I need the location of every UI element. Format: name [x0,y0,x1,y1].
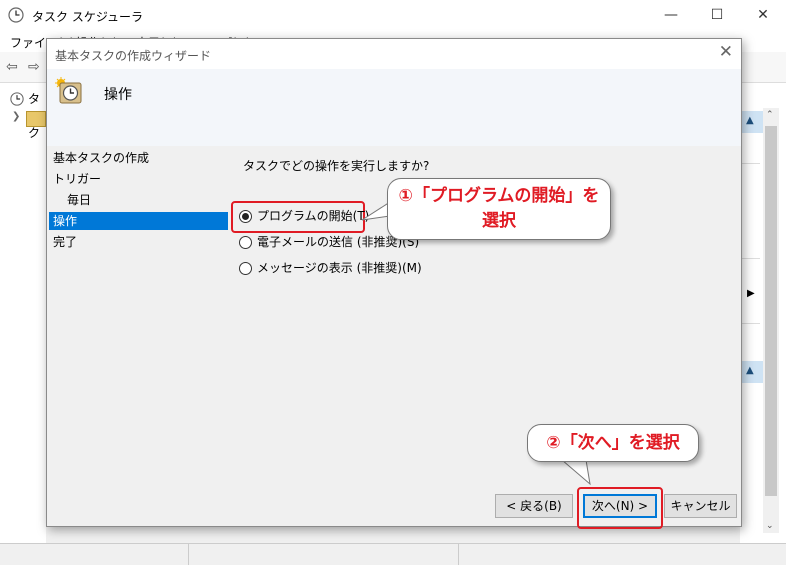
divider [740,323,760,324]
status-segment [188,544,189,565]
minimize-button[interactable]: — [648,0,694,30]
step-action: 操作 [49,212,228,230]
scroll-thumb[interactable] [765,126,777,496]
dialog-header: 操作 [47,69,741,146]
step-finish: 完了 [53,235,78,249]
step-create-basic-task: 基本タスクの作成 [53,151,150,165]
scrollbar[interactable]: ⌃ ⌄ [763,108,779,533]
radio-button[interactable] [239,262,252,275]
folder-icon[interactable] [26,111,46,127]
radio-selected-dot [242,213,249,220]
action-question: タスクでどの操作を実行しますか? [243,159,430,173]
next-button[interactable]: 次へ(N) > [583,494,657,518]
scroll-up-icon[interactable]: ⌃ [766,110,774,120]
collapse-up-icon: ▲ [746,115,754,126]
divider [740,163,760,164]
callout-select-start-program: ①「プログラムの開始」を 選択 [387,178,611,240]
console-tree: タスク ❯ [0,83,46,543]
divider [740,258,760,259]
close-button[interactable]: ✕ [740,0,786,30]
dialog-titlebar: 基本タスクの作成ウィザード ✕ [47,39,741,69]
expand-right-icon[interactable]: ▶ [747,288,755,299]
radio-button[interactable] [239,236,252,249]
page-title: 操作 [104,87,132,103]
main-window-title: タスク スケジューラ [32,10,143,24]
callout-line: 選択 [482,211,516,231]
scroll-down-icon[interactable]: ⌄ [766,521,774,531]
clock-icon [8,7,24,23]
callout-select-next: ②「次へ」を選択 [527,424,699,462]
callout-line: ①「プログラムの開始」を [398,186,600,206]
step-daily: 毎日 [67,193,92,207]
chevron-right-icon[interactable]: ❯ [12,111,20,122]
callout-tail [560,458,591,486]
actions-section-header[interactable]: ▲ [740,111,764,133]
collapse-up-icon: ▲ [746,365,754,376]
task-clock-icon [55,77,82,104]
close-icon[interactable]: ✕ [719,42,733,62]
step-trigger: トリガー [53,172,102,186]
back-arrow-icon[interactable]: ⇦ [6,59,22,75]
maximize-button[interactable]: ☐ [694,0,740,30]
statusbar [0,543,786,565]
status-segment [458,544,459,565]
actions-section-header[interactable]: ▲ [740,361,764,383]
cancel-button[interactable]: キャンセル [664,494,737,518]
dialog-title: 基本タスクの作成ウィザード [55,49,212,63]
back-button[interactable]: < 戻る(B) [495,494,573,518]
clock-icon [10,92,24,106]
option-label[interactable]: プログラムの開始(T) [257,207,369,225]
callout-tail [361,201,390,221]
option-label[interactable]: メッセージの表示 (非推奨)(M) [257,259,422,277]
radio-button[interactable] [239,210,252,223]
forward-arrow-icon[interactable]: ⇨ [28,59,44,75]
main-titlebar: タスク スケジューラ — ☐ ✕ [0,0,786,30]
